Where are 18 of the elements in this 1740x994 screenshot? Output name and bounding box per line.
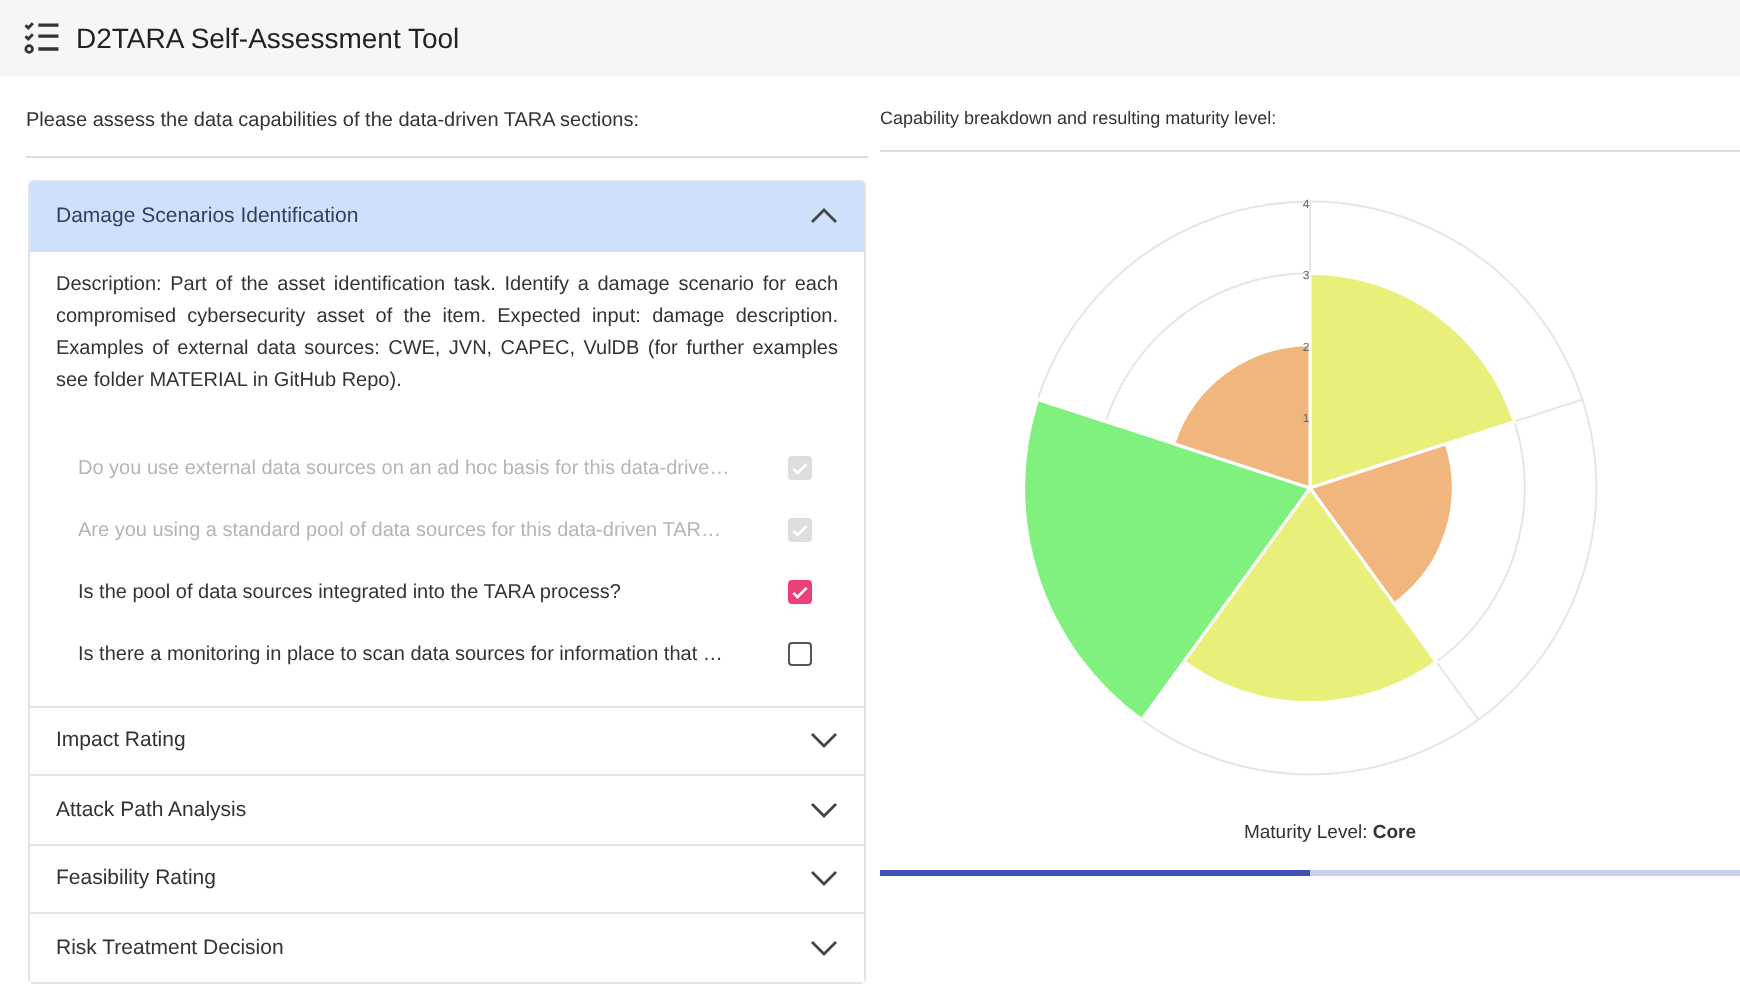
question-text: Is there a monitoring in place to scan data sources for information that … (78, 643, 723, 665)
chevron-icon (810, 870, 838, 887)
description-text: Description: Part of the asset identification task. Identify a damage scenario for each compromised cybersecurity asset of the item. Expected input: damage description. Examples of external data sources: CWE, JVN, CAPEC, VulDB (for further examples see folder MATERIAL in GitHub Repo). (56, 271, 838, 395)
checkbox[interactable] (788, 580, 812, 604)
app-title: D2TARA Self-Assessment Tool (76, 22, 460, 54)
maturity-level-text: Maturity Level: Core (1241, 822, 1419, 844)
chevron-icon (810, 732, 838, 749)
instruction-text: Please assess the data capabilities of the data-driven TARA sections: (26, 76, 868, 158)
question-text: Is the pool of data sources integrated into the TARA process? (78, 581, 621, 603)
chevron-icon (810, 939, 838, 956)
chevron-icon (810, 801, 838, 818)
chevron-icon (810, 208, 838, 225)
chart-heading: Capability breakdown and resulting maturity level: (880, 108, 1740, 152)
question-text: Do you use external data sources on an ad hoc basis for this data-drive… (78, 457, 730, 479)
checkbox[interactable] (788, 642, 812, 666)
accordion-header[interactable]: Risk Treatment Decision (30, 912, 864, 981)
question-text: Are you using a standard pool of data sources for this data-driven TAR… (78, 519, 721, 541)
accordion-header[interactable]: Damage Scenarios Identification (30, 182, 864, 251)
